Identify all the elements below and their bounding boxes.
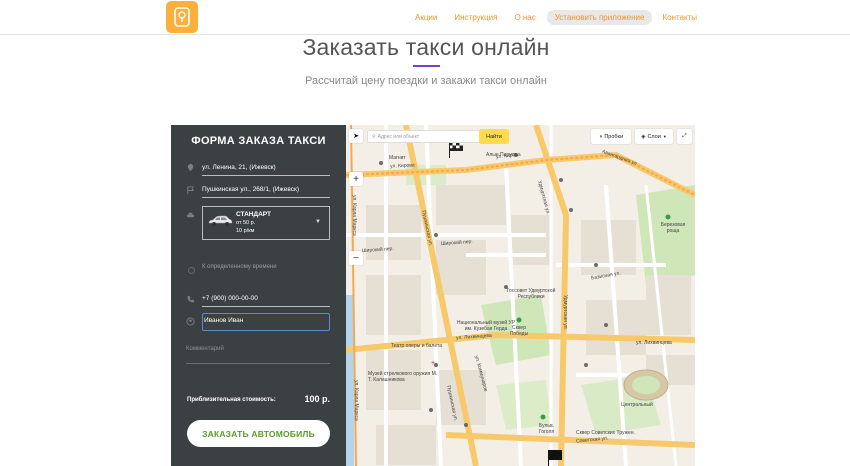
map-label-udmurtskaya-2: Удмуртская ул. xyxy=(562,295,568,330)
map-label-theatre: Театр оперы и балета xyxy=(391,343,442,349)
car-icon xyxy=(186,212,195,218)
name-field[interactable]: Иванов Иван xyxy=(202,313,330,331)
map-label-museum: Национальный музей УР им. Кузебая Герда xyxy=(456,320,516,332)
map-label-lihvintseva-2: ул. Лихвинцева xyxy=(636,340,672,346)
map-label-central: Центральный xyxy=(621,402,653,408)
car-class-select[interactable]: СТАНДАРТ от 50 р. 10 р/км ▼ xyxy=(202,206,330,240)
layers-button[interactable]: ◈ Слои ▼ xyxy=(635,129,673,144)
map-label-karla-marksa: ул. Карла Маркса xyxy=(351,195,357,236)
order-car-button[interactable]: ЗАКАЗАТЬ АВТОМОБИЛЬ xyxy=(187,420,330,447)
page: Акции Инструкция О нас Установить прилож… xyxy=(0,0,850,466)
traffic-label: Пробки xyxy=(604,133,624,140)
car-class-price: от 50 р. xyxy=(236,220,256,226)
cost-label: Приблизительная стоимость: xyxy=(187,397,276,403)
nav-item-about[interactable]: О нас xyxy=(514,13,535,22)
locate-icon[interactable]: ➤ xyxy=(349,129,363,143)
map-label-mag: Магнит xyxy=(389,155,406,161)
car-class-name: СТАНДАРТ xyxy=(236,211,272,218)
park-area xyxy=(636,185,695,285)
phone-icon xyxy=(187,295,195,303)
cost-value: 100 р. xyxy=(304,394,330,404)
traffic-button[interactable]: ◑ Пробки xyxy=(591,129,631,144)
zoom-in-button[interactable]: + xyxy=(349,172,363,186)
car-image-icon xyxy=(208,215,233,226)
from-address-field[interactable]: ул. Ленина, 21, (Ижевск) xyxy=(202,164,330,176)
user-icon xyxy=(186,317,195,326)
layers-icon: ◈ xyxy=(641,133,646,140)
flag-icon xyxy=(187,186,194,195)
chevron-down-icon: ▼ xyxy=(662,134,667,139)
taxi-logo-icon xyxy=(174,7,190,27)
to-address-field[interactable]: Пушкинская ул., 268/1, (Ижевск) xyxy=(202,186,330,198)
page-subtitle: Рассчитай цену поездки и закажи такси он… xyxy=(305,75,547,87)
nav-item-install-app[interactable]: Установить приложение xyxy=(546,10,653,25)
map[interactable]: + ➤ ⚲ Адрес или объект Найти ◑ Пробки ◈ … xyxy=(346,125,695,466)
nav-item-contacts[interactable]: Контакты xyxy=(662,13,697,22)
map-find-button[interactable]: Найти xyxy=(479,129,509,144)
order-form-panel: ФОРМА ЗАКАЗА ТАКСИ ул. Ленина, 21, (Ижев… xyxy=(171,125,346,466)
chevron-down-icon: ▼ xyxy=(315,219,321,225)
traffic-icon: ◑ xyxy=(598,133,603,140)
schedule-checkbox[interactable] xyxy=(188,267,195,274)
map-label-museum-2: Музей стрелкового оружия М. Т. Калашнико… xyxy=(368,371,438,383)
comment-field[interactable]: Комментарий xyxy=(186,346,330,364)
top-nav: Акции Инструкция О нас Установить прилож… xyxy=(415,10,714,25)
map-label-square: Сквер Победы xyxy=(509,325,529,337)
car-class-per-km: 10 р/км xyxy=(236,228,255,234)
map-label-karla-marksa-2: ул. Карла Маркса xyxy=(353,380,359,421)
map-label-sovet-square: Сквер Советских Тружен. xyxy=(576,430,635,436)
nav-item-instructions[interactable]: Инструкция xyxy=(454,13,497,22)
map-label-beryozovaya: Березовая роща xyxy=(660,222,686,234)
fullscreen-icon[interactable]: ⤢ xyxy=(677,129,692,144)
form-title: ФОРМА ЗАКАЗА ТАКСИ xyxy=(191,135,326,147)
svg-text:+: + xyxy=(431,360,435,367)
title-underline xyxy=(413,65,440,67)
phone-field[interactable]: +7 (900) 000-00-00 xyxy=(202,295,330,307)
map-search-placeholder: Адрес или объект xyxy=(377,133,420,140)
layers-label: Слои xyxy=(647,133,661,140)
map-label-bulvar: Бульв. Гоголя xyxy=(538,423,555,435)
stadium-field xyxy=(632,376,660,394)
hospital-markers: + xyxy=(431,360,435,367)
zoom-out-button[interactable]: − xyxy=(349,251,363,265)
map-label-gos-sovet: Госсовет Удмуртской Республики xyxy=(506,288,556,300)
pin-icon xyxy=(187,163,194,172)
search-icon: ⚲ xyxy=(372,133,376,140)
logo[interactable] xyxy=(166,1,198,33)
page-title: Заказать такси онлайн xyxy=(302,34,550,60)
map-label-alye: Алые Паруса xyxy=(486,152,517,158)
schedule-label: К определенному времени xyxy=(202,264,277,270)
nav-item-promotions[interactable]: Акции xyxy=(415,13,437,22)
